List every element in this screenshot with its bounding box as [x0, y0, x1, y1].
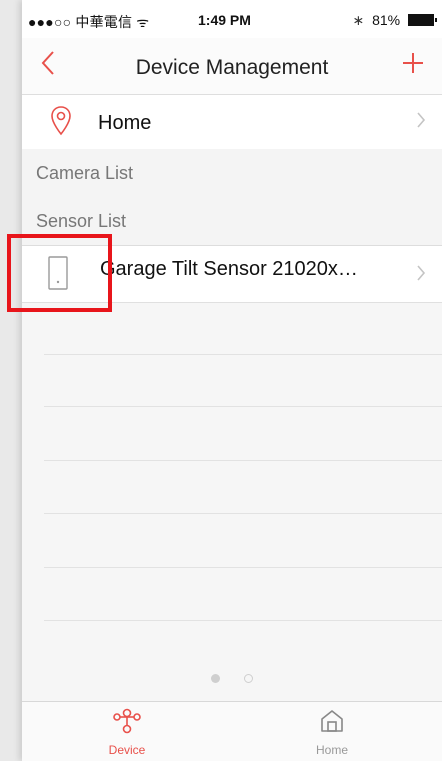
door-sensor-icon	[48, 256, 68, 295]
tab-device[interactable]: Device	[82, 708, 172, 757]
empty-row-divider	[44, 354, 442, 355]
home-icon	[319, 710, 345, 738]
page-indicator	[22, 670, 442, 688]
location-row[interactable]: Home	[22, 95, 442, 150]
battery-indicator: ∗ 81%	[352, 12, 437, 29]
status-bar: ●●●○○ 中華電信 ᯤ 1:49 PM ∗ 81%	[22, 0, 442, 38]
tab-device-label: Device	[108, 743, 146, 757]
page-dot-active[interactable]	[210, 674, 220, 683]
page-title: Device Management	[135, 56, 329, 79]
chevron-right-icon	[416, 262, 426, 288]
status-time: 1:49 PM	[198, 12, 251, 28]
bluetooth-icon: ∗	[352, 12, 365, 28]
device-network-icon	[112, 708, 142, 738]
battery-percent: 81%	[372, 12, 401, 28]
carrier-signal: ●●●○○ 中華電信 ᯤ	[28, 14, 150, 30]
navigation-bar: Device Management	[22, 38, 442, 95]
sensor-label: Garage Tilt Sensor 21020x…	[100, 258, 358, 280]
tab-bar: Device Home	[22, 701, 442, 761]
sensor-list-label: Sensor List	[36, 211, 127, 231]
page-dot[interactable]	[244, 674, 254, 683]
empty-row-divider	[44, 567, 442, 568]
location-pin-icon	[50, 105, 72, 142]
chevron-right-icon	[416, 109, 426, 135]
tab-home-label: Home	[315, 743, 348, 757]
empty-row-divider	[44, 620, 442, 621]
empty-row-divider	[44, 513, 442, 514]
camera-list-label: Camera List	[36, 163, 134, 183]
sensor-row[interactable]: Garage Tilt Sensor 21020x…	[22, 246, 442, 303]
phone-screen: ●●●○○ 中華電信 ᯤ 1:49 PM ∗ 81% Device Manage…	[22, 0, 442, 761]
sensor-list-header: Sensor List	[22, 197, 442, 246]
plus-icon[interactable]	[402, 48, 424, 78]
camera-list-header: Camera List	[22, 149, 442, 198]
empty-row-divider	[44, 406, 442, 407]
battery-icon	[408, 14, 437, 26]
tab-home[interactable]: Home	[287, 708, 377, 757]
empty-row-divider	[44, 460, 442, 461]
location-label: Home	[98, 112, 152, 134]
